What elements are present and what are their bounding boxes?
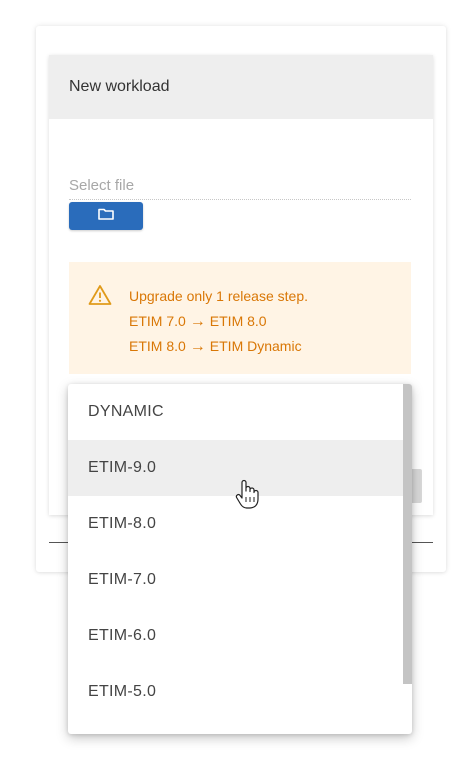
option-etim-6[interactable]: ETIM-6.0	[68, 608, 412, 664]
version-dropdown-menu[interactable]: DYNAMIC ETIM-9.0 ETIM-8.0 ETIM-7.0 ETIM-…	[68, 384, 412, 734]
warning-line-2-to: ETIM 8.0	[209, 313, 267, 329]
warning-line-3-from: ETIM 8.0	[129, 338, 186, 354]
option-etim-5[interactable]: ETIM-5.0	[68, 664, 412, 720]
warning-line-2-from: ETIM 7.0	[129, 313, 186, 329]
folder-icon	[98, 207, 114, 225]
warning-line-1: Upgrade only 1 release step.	[129, 288, 308, 304]
divider-right	[410, 542, 433, 543]
browse-folder-button[interactable]	[69, 202, 143, 230]
file-select-label: Select file	[69, 177, 135, 194]
dropdown-scrollbar[interactable]	[403, 384, 412, 684]
arrow-right-icon: →	[189, 338, 206, 355]
option-etim-7[interactable]: ETIM-7.0	[68, 552, 412, 608]
warning-line-2: ETIM 7.0 → ETIM 8.0	[129, 309, 308, 334]
warning-line-3: ETIM 8.0 → ETIM Dynamic	[129, 334, 308, 359]
warning-triangle-icon	[88, 284, 112, 311]
file-select-field[interactable]: Select file	[69, 177, 411, 200]
option-dynamic[interactable]: DYNAMIC	[68, 384, 412, 440]
dialog-title: New workload	[69, 78, 170, 95]
warning-line-3-to: ETIM Dynamic	[209, 338, 302, 354]
dialog-header: New workload	[49, 55, 433, 119]
upgrade-warning: Upgrade only 1 release step. ETIM 7.0 → ET…	[69, 262, 411, 374]
hand-pointer-icon	[234, 478, 260, 515]
arrow-right-icon: →	[189, 313, 206, 330]
